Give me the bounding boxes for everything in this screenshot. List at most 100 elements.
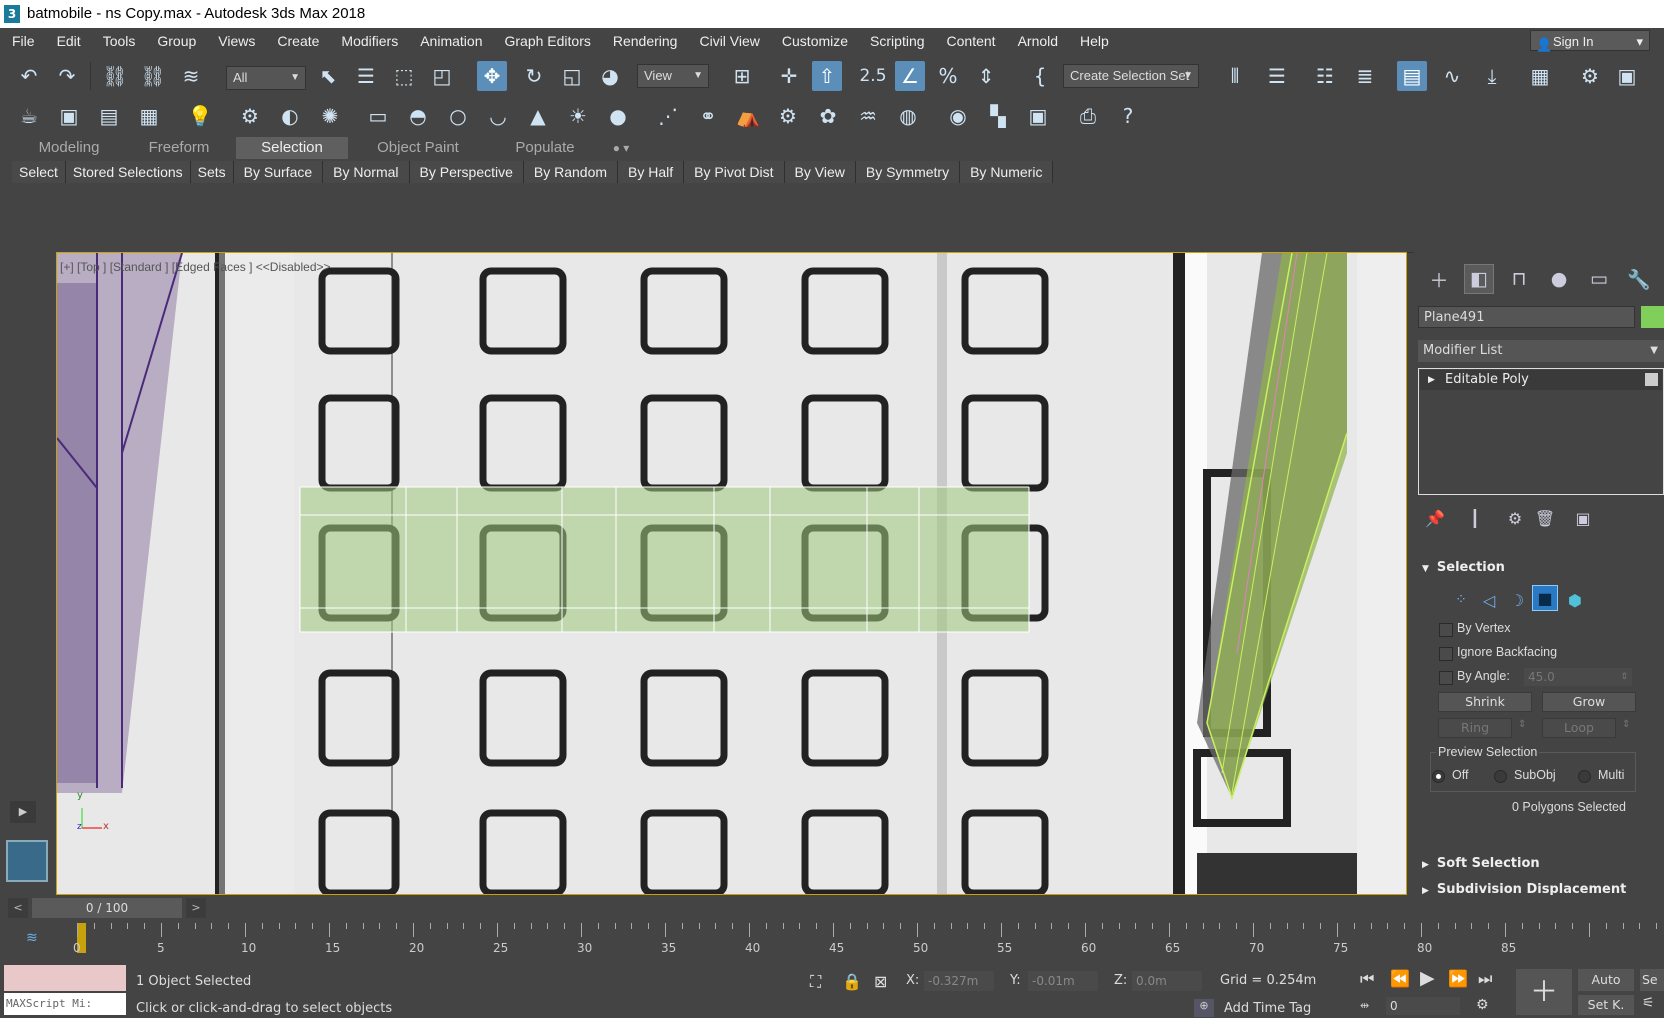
select-and-rotate-icon[interactable]: ↻ (519, 61, 549, 91)
keyboard-shortcut-override-icon[interactable]: ⇧ (812, 61, 842, 91)
hierarchy-tab-icon[interactable]: ⊓ (1504, 264, 1534, 294)
loop-spinner-icon[interactable]: ⇕ (1622, 719, 1630, 730)
snaps-toggle-icon[interactable]: 2.5 (858, 61, 888, 91)
menu-group[interactable]: Group (146, 33, 207, 49)
auto-key-button[interactable]: Auto (1578, 969, 1634, 991)
dome-icon[interactable]: ◓ (403, 101, 433, 131)
gear-icon[interactable]: ⚙ (773, 101, 803, 131)
help-icon[interactable]: ? (1113, 101, 1143, 131)
material-editor-icon[interactable]: ▦ (1525, 61, 1555, 91)
ribbon-toggle-icon[interactable]: ▤ (1397, 61, 1427, 91)
create-tab-icon[interactable]: ＋ (1424, 264, 1454, 294)
make-unique-icon[interactable]: ⚙ (1500, 503, 1530, 533)
absolute-mode-icon[interactable]: ⊠ (874, 972, 887, 991)
render-frame-icon[interactable]: ▣ (54, 101, 84, 131)
stack-toggle-icon[interactable] (1645, 373, 1658, 386)
gear-group-icon[interactable]: ⚙ (235, 101, 265, 131)
ribbon-by-numeric[interactable]: By Numeric (960, 161, 1054, 183)
menu-animation[interactable]: Animation (409, 33, 493, 49)
sphere-icon[interactable]: ○ (443, 101, 473, 131)
unlink-icon[interactable]: ⛓ (138, 61, 168, 91)
edit-named-selection-icon[interactable]: { (1025, 61, 1055, 91)
lock-icon[interactable]: 🔒 (842, 972, 862, 991)
edge-icon[interactable]: ◁ (1474, 585, 1504, 615)
isolate-selection-icon[interactable]: ⛶ (810, 972, 821, 992)
set-key-button[interactable]: Set K. (1578, 995, 1634, 1015)
display-tab-icon[interactable]: ▭ (1584, 264, 1614, 294)
time-tag-icon[interactable]: ⊕ (1194, 999, 1214, 1017)
ignore-backfacing-checkbox[interactable] (1439, 647, 1453, 661)
play-icon[interactable]: ▶ (10, 801, 36, 823)
sign-in-button[interactable]: 👤 Sign In ▾ (1530, 30, 1650, 52)
previous-key-icon[interactable]: ⏪ (1390, 969, 1410, 988)
current-frame-field[interactable]: 0 (1386, 997, 1460, 1015)
viewport-top[interactable]: y x z (56, 252, 1407, 895)
add-time-tag-label[interactable]: Add Time Tag (1224, 1001, 1311, 1016)
menu-views[interactable]: Views (207, 33, 266, 49)
table-icon[interactable]: ▤ (94, 101, 124, 131)
half-sphere-icon[interactable]: ◐ (275, 101, 305, 131)
curve-editor-icon[interactable]: ∿ (1437, 61, 1467, 91)
ring-spinner-icon[interactable]: ⇕ (1518, 719, 1526, 730)
angle-spinner[interactable]: 45.0 ⇕ (1524, 668, 1632, 686)
shrink-button[interactable]: Shrink (1438, 692, 1532, 712)
menu-customize[interactable]: Customize (771, 33, 859, 49)
key-filters-icon[interactable]: ⚟ (1642, 995, 1655, 1011)
expand-icon[interactable]: ▶ (1428, 370, 1435, 390)
ribbon-by-surface[interactable]: By Surface (233, 161, 324, 183)
ribbon-select[interactable]: Select (12, 161, 66, 183)
hair-fur-icon[interactable]: ♒ (853, 101, 883, 131)
ribbon-by-random[interactable]: By Random (523, 161, 619, 183)
key-mode-icon[interactable]: ⇹ (1360, 999, 1369, 1012)
show-end-result-icon[interactable]: ┃ (1460, 503, 1490, 533)
window-crossing-icon[interactable]: ◰ (427, 61, 457, 91)
molecule-icon[interactable]: ⚭ (693, 101, 723, 131)
ring-button[interactable]: Ring (1438, 718, 1512, 738)
mirror-icon[interactable]: ⫴ (1220, 61, 1250, 91)
percent-snap-icon[interactable]: % (933, 61, 963, 91)
disc-icon[interactable]: ● (603, 101, 633, 131)
particles-icon[interactable]: ✺ (315, 101, 345, 131)
select-and-move-icon[interactable]: ✥ (477, 61, 507, 91)
go-to-end-icon[interactable]: ⏭ (1478, 969, 1492, 989)
viewport-layout-thumbnail[interactable] (6, 840, 48, 882)
by-angle-checkbox[interactable] (1439, 671, 1453, 685)
schematic-view-icon[interactable]: ⤓ (1477, 61, 1507, 91)
align-icon[interactable]: ☰ (1262, 61, 1292, 91)
border-icon[interactable]: ☽ (1502, 585, 1532, 615)
object-color-swatch[interactable] (1641, 306, 1664, 328)
ribbon-by-view[interactable]: By View (784, 161, 856, 183)
ribbon-options-icon[interactable]: ● ▾ (606, 137, 636, 159)
menu-graph-editors[interactable]: Graph Editors (493, 33, 601, 49)
tab-populate[interactable]: Populate (500, 137, 590, 159)
time-configuration-icon[interactable]: ⚙ (1476, 997, 1489, 1013)
ribbon-by-normal[interactable]: By Normal (323, 161, 410, 183)
lattice-icon[interactable]: ⋰ (653, 101, 683, 131)
menu-civil-view[interactable]: Civil View (688, 33, 770, 49)
plant-icon[interactable]: ✿ (813, 101, 843, 131)
menu-tools[interactable]: Tools (92, 33, 147, 49)
next-key-icon[interactable]: ⏩ (1448, 969, 1468, 988)
rectangular-selection-icon[interactable]: ⬚ (389, 61, 419, 91)
texture-ball-icon[interactable]: ◍ (893, 101, 923, 131)
time-slider[interactable]: < 0 / 100 > (8, 898, 206, 918)
vertex-icon[interactable]: ⁘ (1446, 585, 1476, 615)
menu-scripting[interactable]: Scripting (859, 33, 935, 49)
named-selection-set-dropdown[interactable]: Create Selection Set ▼ (1063, 64, 1199, 88)
cone-icon[interactable]: ▲ (523, 101, 553, 131)
maxscript-input[interactable]: MAXScript Mi: (4, 993, 126, 1015)
element-icon[interactable]: ⬢ (1560, 585, 1590, 615)
menu-create[interactable]: Create (266, 33, 330, 49)
menu-rendering[interactable]: Rendering (602, 33, 689, 49)
scene-explorer-icon[interactable]: ☷ (1310, 61, 1340, 91)
time-slider-thumb[interactable]: 0 / 100 (32, 898, 182, 918)
pin-stack-icon[interactable]: 📌 (1420, 503, 1450, 533)
angle-snap-icon[interactable]: ∠ (895, 61, 925, 91)
reference-coordinate-dropdown[interactable]: View ▼ (637, 64, 709, 88)
render-setup-icon[interactable]: ⚙ (1575, 61, 1605, 91)
preview-subobj-radio[interactable] (1494, 770, 1507, 783)
box-icon[interactable]: ▭ (363, 101, 393, 131)
by-vertex-checkbox[interactable] (1439, 623, 1453, 637)
ribbon-by-symmetry[interactable]: By Symmetry (855, 161, 961, 183)
material-map-icon[interactable]: ▚ (983, 101, 1013, 131)
